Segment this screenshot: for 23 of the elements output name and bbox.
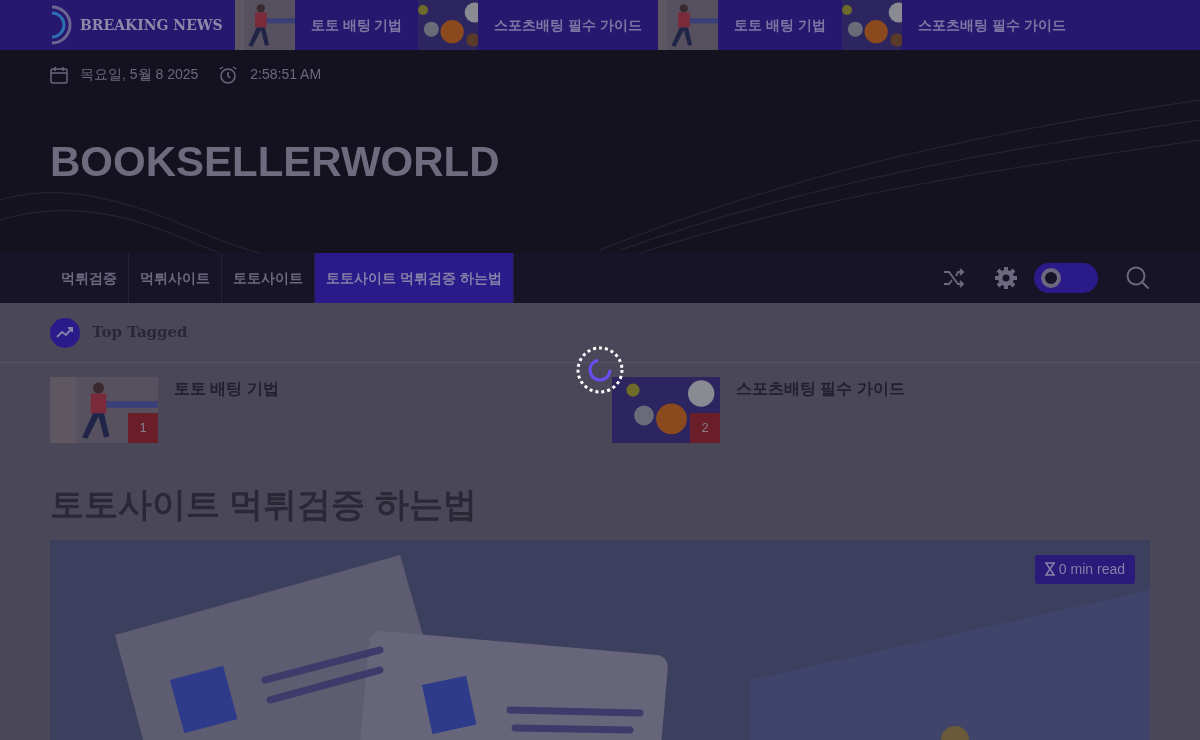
ticker-link[interactable]: 토토 배팅 기법 [718, 14, 842, 36]
calendar-icon [50, 65, 68, 84]
site-title[interactable]: BOOKSELLERWORLD [0, 85, 1200, 183]
ticker-link[interactable]: 스포츠배팅 필수 가이드 [902, 14, 1082, 36]
shuffle-icon[interactable] [942, 267, 966, 289]
time-text: 2:58:51 AM [250, 65, 322, 84]
hourglass-icon [1044, 562, 1055, 576]
alarm-clock-icon [218, 64, 239, 85]
rank-badge: 1 [128, 413, 158, 443]
ticker-link[interactable]: 스포츠배팅 필수 가이드 [478, 14, 659, 36]
theme-toggle[interactable] [1034, 263, 1098, 293]
rank-badge: 2 [690, 413, 720, 443]
trending-icon [50, 317, 80, 348]
gear-icon[interactable] [994, 266, 1018, 290]
date-text: 목요일, 5월 8 2025 [80, 65, 199, 84]
loading-spinner-icon [575, 345, 625, 395]
nav-item[interactable]: 먹튀검증 [50, 253, 129, 303]
nav-item[interactable]: 토토사이트 먹튀검증 하는법 [315, 253, 514, 303]
ticker-link[interactable]: 토토 배팅 기법 [294, 14, 419, 36]
read-time-badge: 0 min read [1034, 554, 1135, 584]
nav-item[interactable]: 먹튀사이트 [129, 253, 222, 303]
ticker-label: BREAKING NEWS [80, 15, 223, 35]
search-icon[interactable] [1126, 266, 1150, 290]
